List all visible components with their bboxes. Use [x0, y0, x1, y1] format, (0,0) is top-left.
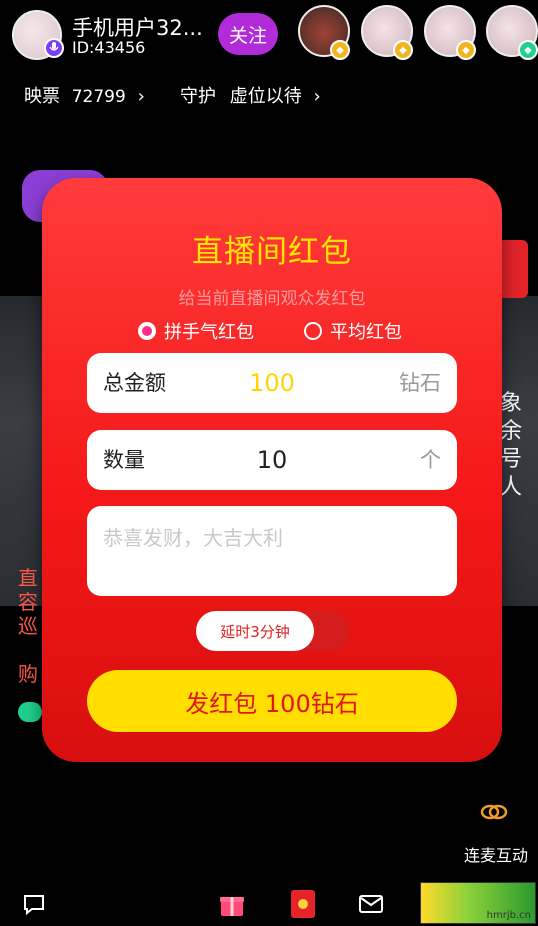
tickets-label: 映票 [24, 86, 60, 107]
link-icon[interactable] [478, 800, 510, 830]
lianmai-label[interactable]: 连麦互动 [464, 842, 528, 866]
chat-icon[interactable] [18, 888, 50, 920]
delay-label: 延时3分钟 [196, 611, 314, 651]
radio-selected-icon [138, 322, 156, 340]
diamond-badge-icon: ◆ [393, 40, 413, 60]
message-input[interactable]: 恭喜发财，大吉大利 [87, 506, 457, 596]
site-watermark: hmrjb.cn [420, 882, 536, 924]
side-red-packet-icon[interactable] [498, 240, 528, 298]
left-overlay-text: 直容巡 [18, 566, 38, 638]
count-field[interactable]: 数量 10 个 [87, 430, 457, 490]
dialog-subtitle: 给当前直播间观众发红包 [178, 289, 366, 309]
guard-label: 守护 [180, 86, 216, 107]
chevron-right-icon: › [137, 86, 145, 107]
guard-stat[interactable]: 守护 虚位以待 › [180, 82, 321, 108]
watermark-site: hmrjb.cn [486, 910, 531, 921]
mic-icon [44, 38, 64, 58]
count-input[interactable]: 10 [87, 430, 457, 490]
diamond-badge-icon: ◆ [330, 40, 350, 60]
tickets-stat[interactable]: 映票 72799 › [24, 82, 145, 108]
radio-lucky-label: 拼手气红包 [164, 322, 254, 343]
tickets-value: 72799 [71, 87, 126, 107]
diamond-badge-icon: ◆ [518, 40, 538, 60]
left-toggle-icon[interactable] [18, 702, 42, 722]
follow-button[interactable]: 关注 [218, 13, 278, 55]
gift-icon[interactable] [216, 888, 248, 920]
radio-even-label: 平均红包 [330, 322, 402, 343]
red-packet-dialog: 直播间红包 给当前直播间观众发红包 拼手气红包 平均红包 总金额 100 钻石 … [42, 178, 502, 762]
radio-unselected-icon [304, 322, 322, 340]
side-overlay-text: 象余号人 [500, 391, 523, 500]
left-buy-text: 购 [18, 662, 38, 686]
amount-field[interactable]: 总金额 100 钻石 [87, 353, 457, 413]
diamond-badge-icon: ◆ [456, 40, 476, 60]
host-id: ID:43456 [72, 38, 146, 57]
count-unit: 个 [420, 448, 441, 472]
dialog-title: 直播间红包 [192, 234, 352, 270]
message-placeholder: 恭喜发财，大吉大利 [103, 526, 283, 550]
radio-even-option[interactable]: 平均红包 [304, 318, 402, 344]
chevron-right-icon: › [313, 86, 321, 107]
send-red-packet-button[interactable]: 发红包 100钻石 [87, 670, 457, 732]
guard-value: 虚位以待 [229, 86, 302, 107]
radio-lucky-option[interactable]: 拼手气红包 [138, 318, 254, 344]
amount-unit: 钻石 [399, 371, 441, 395]
red-packet-icon[interactable] [287, 888, 319, 920]
delay-toggle[interactable]: 延时3分钟 [196, 611, 349, 651]
mail-icon[interactable] [355, 888, 387, 920]
